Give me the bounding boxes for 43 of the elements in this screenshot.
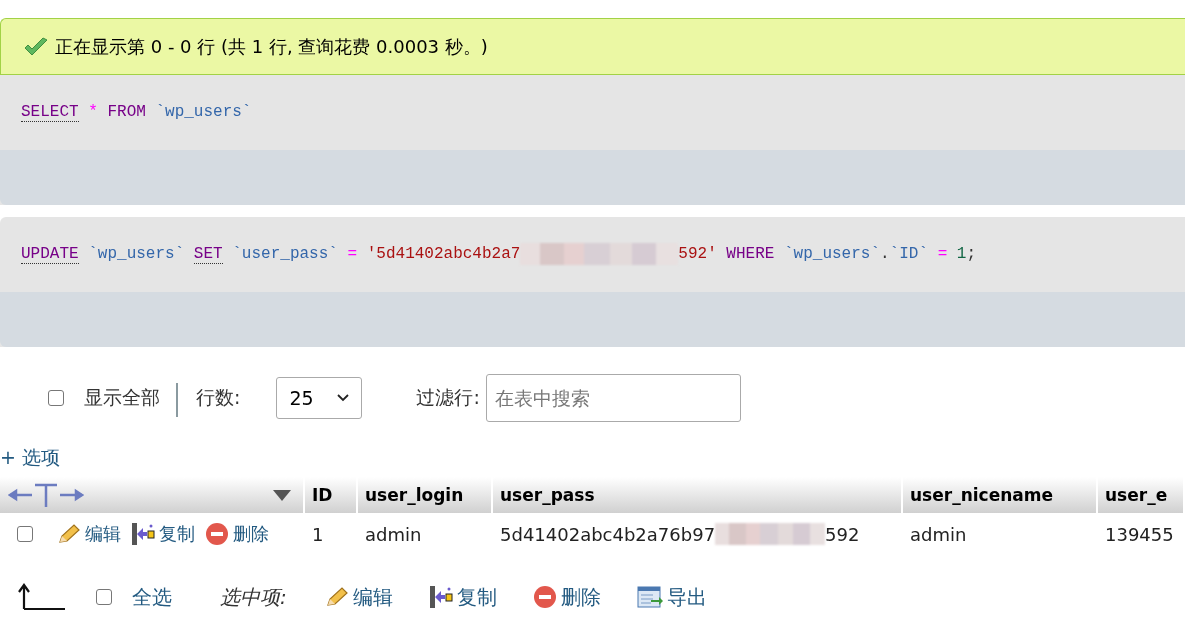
column-header[interactable]: user_e bbox=[1098, 477, 1185, 513]
table-cell-text: 1 bbox=[311, 522, 325, 547]
sql-query: SELECT * FROM `wp_users` bbox=[20, 102, 253, 124]
sql-query: UPDATE `wp_users` SET `user_pass` = '5d41402abc4b2a7 592' WHERE `wp_users`.`ID` = 1; bbox=[0, 217, 1185, 292]
delete-link[interactable]: 删除 bbox=[532, 583, 601, 611]
rows-select[interactable]: 25 bbox=[276, 377, 363, 419]
edit-link[interactable]: 编辑 bbox=[324, 583, 393, 611]
checkbox[interactable] bbox=[48, 390, 64, 406]
column-header[interactable]: user_pass bbox=[493, 477, 903, 513]
table-cell-text: admin bbox=[364, 522, 423, 547]
export-icon bbox=[636, 586, 663, 608]
chevron-down-icon bbox=[337, 394, 350, 402]
checkbox[interactable] bbox=[96, 589, 112, 605]
copy-icon bbox=[131, 522, 155, 546]
filter-label: 过滤行: bbox=[416, 385, 480, 410]
checkmark-icon bbox=[23, 36, 49, 57]
show-all-label: 显示全部 bbox=[84, 385, 160, 410]
column-header[interactable]: user_login bbox=[358, 477, 493, 513]
options-link[interactable]: + 选项 bbox=[0, 445, 60, 471]
resize-arrows-icon[interactable] bbox=[8, 482, 84, 508]
table-cell-text: admin bbox=[909, 522, 968, 547]
arrow-up-icon bbox=[18, 583, 66, 611]
column-header[interactable]: user_nicename bbox=[903, 477, 1098, 513]
delete-link[interactable]: 删除 bbox=[205, 522, 269, 546]
message-text: 正在显示第 0 - 0 行 (共 1 行, 查询花费 0.0003 秒。) bbox=[55, 34, 488, 59]
export-link[interactable]: 导出 bbox=[636, 583, 707, 611]
column-header[interactable]: ID bbox=[305, 477, 358, 513]
delete-icon bbox=[205, 522, 229, 546]
copy-icon bbox=[428, 585, 453, 609]
copy-link[interactable]: 复制 bbox=[428, 583, 497, 611]
table-cell-text: 139455 bbox=[1104, 522, 1175, 547]
delete-icon bbox=[532, 585, 557, 609]
with-selected-label: 选中项: bbox=[220, 583, 287, 611]
dropdown-triangle-icon[interactable] bbox=[273, 489, 291, 501]
rows-label: 行数: bbox=[196, 385, 241, 410]
copy-link[interactable]: 复制 bbox=[131, 522, 195, 546]
table-cell-text: 5d41402abc4b2a76b97 592 bbox=[499, 522, 861, 547]
search-field[interactable]: 在表中搜索 bbox=[485, 374, 741, 422]
select-all-link[interactable]: 全选 bbox=[132, 583, 172, 611]
row-checkbox[interactable] bbox=[17, 526, 33, 542]
edit-link[interactable]: 编辑 bbox=[57, 522, 121, 546]
pencil-icon bbox=[57, 523, 81, 545]
pencil-icon bbox=[324, 586, 349, 608]
